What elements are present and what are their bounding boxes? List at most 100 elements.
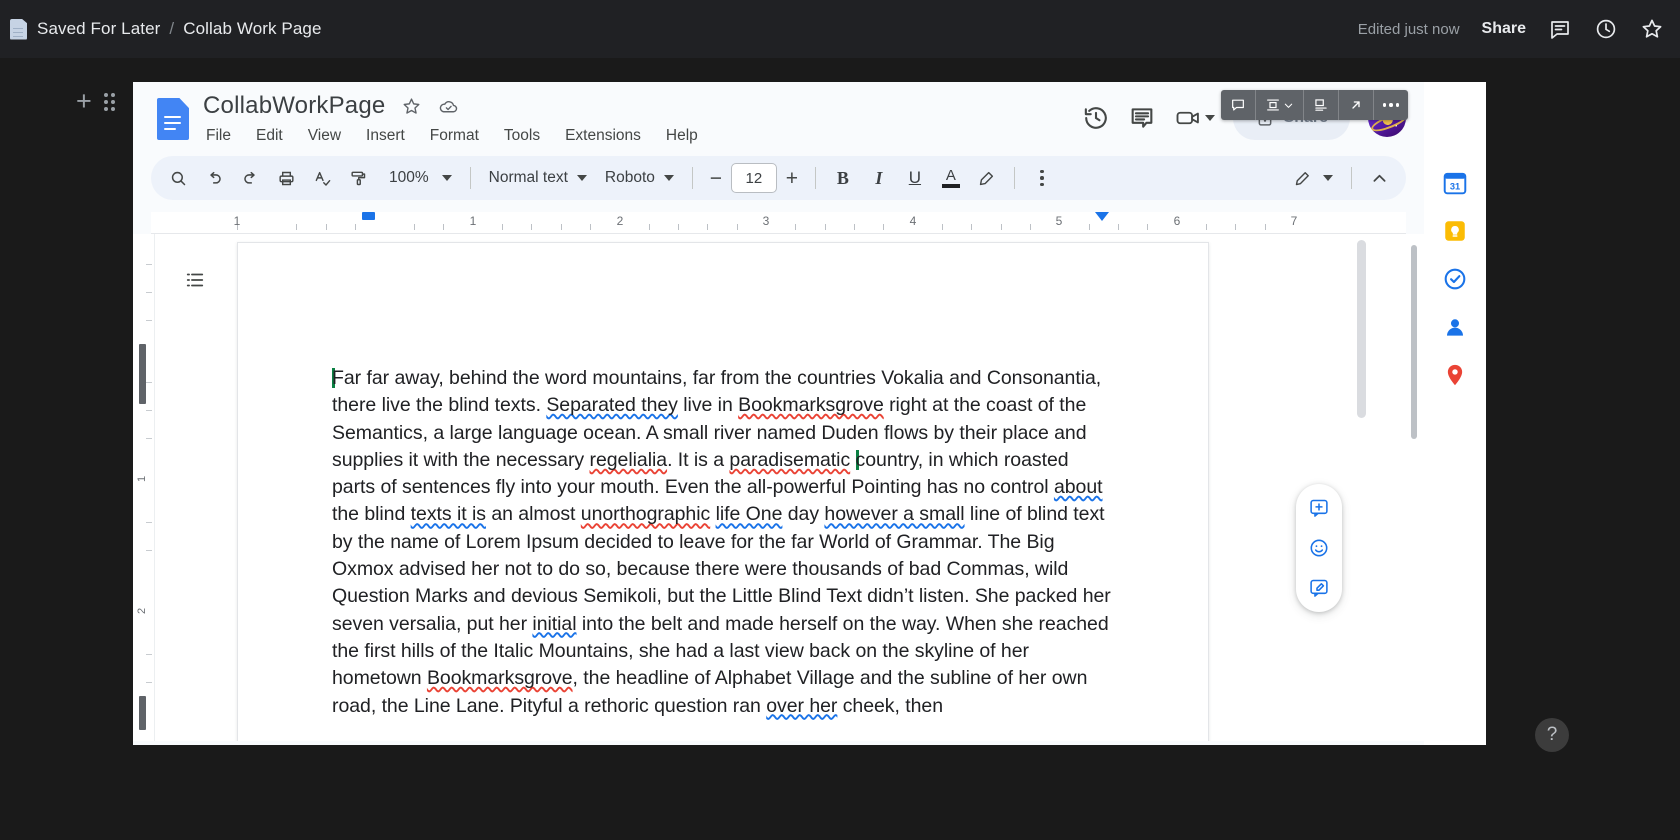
grammar-error-6[interactable]: initial [532,613,576,635]
comment-history-icon[interactable] [1128,104,1156,132]
vertical-ruler: 1 2 [133,234,155,741]
menu-view[interactable]: View [306,126,343,146]
document-scrollbar[interactable] [1357,240,1366,418]
page-title[interactable]: CollabWorkPage [203,92,385,120]
left-indent-marker[interactable] [362,212,375,220]
breadcrumb-current[interactable]: Collab Work Page [183,19,321,39]
highlight-pen-icon[interactable] [970,161,1004,195]
add-comment-icon[interactable] [1221,90,1256,120]
spelling-error-1[interactable]: Bookmarksgrove [738,394,884,416]
google-docs-logo [157,98,189,140]
spelling-error-2[interactable]: regelialia [590,449,668,471]
font-size-input[interactable]: 12 [730,163,777,193]
more-vertical-icon[interactable] [1025,161,1059,195]
google-docs-window: CollabWorkPage File Edit View Insert For… [133,82,1424,745]
spelling-error-4[interactable]: unorthographic [581,503,710,525]
spellcheck-icon[interactable] [305,161,339,195]
menu-edit[interactable]: Edit [254,126,285,146]
add-tab-icon[interactable]: + [76,88,92,115]
grammar-error-2[interactable]: about [1054,476,1103,498]
underline-button[interactable]: U [898,161,932,195]
zoom-select[interactable]: 100% [377,161,460,195]
increase-font-size-button[interactable]: + [779,168,805,189]
comment-rail [1296,484,1342,612]
paragraph-style-select[interactable]: Normal text [481,161,595,195]
cloud-saved-icon[interactable] [438,96,459,117]
overlay-toolbar [1220,90,1409,120]
ruler-number-6: 6 [1173,214,1181,228]
search-icon[interactable] [161,161,195,195]
italic-label: I [875,167,883,188]
document-paragraph[interactable]: Far far away, behind the word mountains,… [332,365,1114,720]
doc-run-7: an almost [485,503,581,526]
menu-help[interactable]: Help [664,126,700,146]
redo-icon[interactable] [233,161,267,195]
print-icon[interactable] [269,161,303,195]
tab-drag-handle-icon[interactable] [103,92,115,111]
menu-bar: File Edit View Insert Format Tools Exten… [204,126,700,146]
image-position-icon[interactable] [1256,90,1304,120]
chevron-down-icon[interactable] [1204,115,1215,121]
expand-arrow-icon[interactable] [1339,90,1374,120]
chevron-down-icon [576,175,587,181]
chevron-down-icon [441,175,452,181]
breadcrumb-separator: / [169,19,175,38]
grammar-error-3[interactable]: texts it is [411,503,486,525]
document-page[interactable]: Far far away, behind the word mountains,… [237,242,1209,741]
google-maps-icon[interactable] [1442,362,1468,388]
help-button[interactable]: ? [1535,718,1569,752]
meet-camera-icon[interactable] [1174,104,1202,132]
os-top-bar: Saved For Later / Collab Work Page Edite… [0,0,1680,58]
divider [469,167,471,189]
svg-text:31: 31 [1450,182,1460,192]
google-tasks-icon[interactable] [1442,266,1468,292]
breadcrumb-parent[interactable]: Saved For Later [37,19,160,39]
chevron-up-icon[interactable] [1362,161,1396,195]
google-calendar-icon[interactable]: 31 [1442,170,1468,196]
top-margin-marker[interactable] [139,344,146,404]
meet-camera-button[interactable] [1174,104,1215,132]
font-family-value: Roboto [604,169,655,186]
side-apps-rail: 31 [1424,82,1486,745]
right-indent-marker[interactable] [1095,212,1109,221]
menu-format[interactable]: Format [428,126,481,146]
history-clock-icon[interactable] [1594,17,1618,41]
menu-extensions[interactable]: Extensions [563,126,643,146]
grammar-error-7[interactable]: over her [766,695,837,717]
page-scrollbar[interactable] [1411,245,1417,439]
suggest-edit-icon[interactable] [1302,571,1336,605]
font-family-select[interactable]: Roboto [597,161,682,195]
text-color-label: A [945,167,956,184]
more-options-icon[interactable] [1374,90,1409,120]
add-comment-rail-icon[interactable] [1302,491,1336,525]
grammar-error-5[interactable]: however a small [824,503,964,525]
edit-mode-select[interactable] [1282,161,1341,195]
star-outline-icon[interactable] [401,96,422,117]
menu-file[interactable]: File [204,126,233,146]
document-outline-icon[interactable] [177,262,213,298]
add-emoji-reaction-icon[interactable] [1302,531,1336,565]
paint-format-icon[interactable] [341,161,375,195]
google-keep-icon[interactable] [1442,218,1468,244]
grammar-error-1[interactable]: Separated they [546,394,678,416]
text-wrap-icon[interactable] [1304,90,1339,120]
spelling-error-5[interactable]: Bookmarksgrove [427,667,573,689]
ruler-number-5: 5 [1055,214,1063,228]
menu-tools[interactable]: Tools [502,126,542,146]
ruler-number-1: 1 [469,214,477,228]
text-color-button[interactable]: A [934,161,968,195]
bold-button[interactable]: B [826,161,860,195]
decrease-font-size-button[interactable]: − [703,168,729,189]
os-share-button[interactable]: Share [1482,20,1526,38]
italic-button[interactable]: I [862,161,896,195]
spelling-error-3[interactable]: paradisematic [729,449,850,471]
version-history-icon[interactable] [1082,104,1110,132]
grammar-error-4[interactable]: life One [716,503,783,525]
undo-icon[interactable] [197,161,231,195]
horizontal-ruler[interactable]: 1 1 2 3 4 5 6 7 [151,212,1406,234]
comment-icon[interactable] [1548,17,1572,41]
google-contacts-icon[interactable] [1442,314,1468,340]
menu-insert[interactable]: Insert [364,126,407,146]
bottom-margin-marker[interactable] [139,696,146,730]
star-icon[interactable] [1640,17,1664,41]
